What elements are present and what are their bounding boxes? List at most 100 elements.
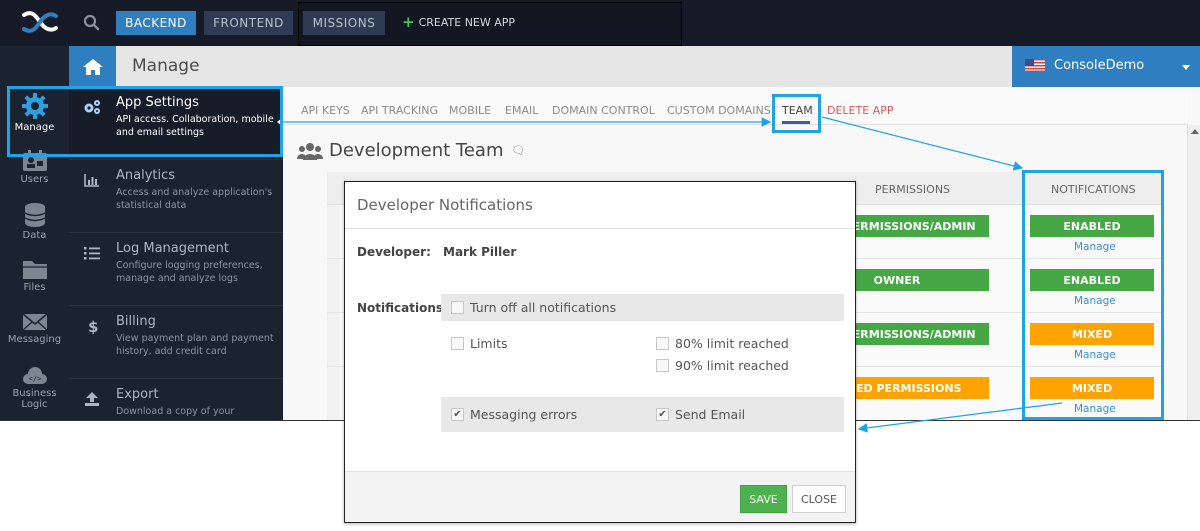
send-email-checkbox[interactable]: ✔ Send Email (656, 407, 745, 422)
limits-checkbox[interactable]: Limits (451, 336, 508, 351)
rail-item-messaging[interactable]: Messaging (0, 312, 69, 345)
scroll-up-icon[interactable] (1191, 129, 1199, 134)
notification-status-badge: MIXED (1030, 323, 1154, 345)
rail-label: Business (12, 388, 57, 399)
section-title: Development Team (329, 140, 504, 161)
submenu-item-app-settings[interactable]: App Settings API access. Collaboration, … (69, 87, 283, 160)
rail-label: Users (20, 174, 49, 185)
active-pointer-icon (277, 118, 282, 126)
manage-notifications-link[interactable]: Manage (1074, 241, 1116, 253)
rail-item-business-logic[interactable]: </> Business Logic (0, 366, 69, 410)
notification-status-badge: ENABLED (1030, 215, 1154, 237)
row-cell-placeholder (327, 259, 340, 312)
gear-icon (21, 93, 48, 119)
checkbox-box[interactable] (451, 337, 464, 350)
svg-text:$: $ (88, 318, 98, 334)
close-button[interactable]: CLOSE (792, 485, 846, 513)
rail-item-files[interactable]: Files (0, 258, 69, 293)
us-flag-icon (1025, 59, 1045, 72)
submenu-title: Log Management (116, 241, 229, 256)
rail-item-data[interactable]: Data (0, 202, 69, 241)
row-cell-placeholder (327, 205, 340, 258)
active-tab-indicator (782, 121, 810, 124)
permissions-header: PERMISSIONS (875, 183, 951, 196)
home-button[interactable] (69, 46, 116, 87)
chevron-down-icon (1182, 65, 1190, 70)
create-new-app-link[interactable]: + CREATE NEW APP (402, 15, 515, 30)
account-name: ConsoleDemo (1054, 58, 1145, 73)
submenu-desc: View payment plan and payment history, a… (116, 333, 274, 357)
dollar-icon: $ (88, 318, 98, 334)
cogs-icon (84, 100, 100, 114)
checkbox-label: Limits (470, 336, 508, 351)
tab-domain-control[interactable]: DOMAIN CONTROL (552, 104, 655, 117)
tab-team[interactable]: TEAM (782, 104, 813, 117)
checkbox-box[interactable] (451, 301, 464, 314)
submenu-title: Export (116, 387, 159, 402)
turn-off-all-checkbox[interactable]: Turn off all notifications (451, 300, 616, 315)
submenu-title: Analytics (116, 168, 176, 183)
top-navbar: BACKEND FRONTEND MISSIONS + CREATE NEW A… (0, 0, 1200, 46)
dialog-title: Developer Notifications (357, 196, 533, 214)
developer-label: Developer: (357, 245, 431, 259)
rail-item-users[interactable]: Users (0, 150, 69, 185)
app-logo-icon[interactable] (22, 10, 58, 34)
dialog-footer: SAVE CLOSE (345, 471, 855, 522)
account-dropdown[interactable]: ConsoleDemo (1012, 46, 1200, 87)
manage-notifications-link[interactable]: Manage (1074, 295, 1116, 307)
search-icon[interactable] (82, 13, 102, 33)
limit-90-checkbox[interactable]: 90% limit reached (656, 358, 789, 373)
developer-name: Mark Piller (443, 245, 517, 259)
notification-status-badge: ENABLED (1030, 269, 1154, 291)
create-new-app-label: CREATE NEW APP (418, 16, 516, 29)
submenu-item-billing[interactable]: $ Billing View payment plan and payment … (69, 306, 283, 379)
checkbox-box[interactable]: ✔ (451, 408, 464, 421)
rail-item-manage[interactable]: Manage (0, 92, 69, 133)
developer-notifications-dialog: Developer Notifications Developer: Mark … (344, 181, 856, 523)
nav-missions-button[interactable]: MISSIONS (303, 11, 385, 35)
comments-icon[interactable]: 🗨 (511, 144, 525, 157)
checkbox-box[interactable]: ✔ (656, 408, 669, 421)
submenu-item-analytics[interactable]: Analytics Access and analyze application… (69, 160, 283, 233)
notifications-label: Notifications: (357, 301, 448, 315)
row-cell-placeholder (327, 313, 340, 366)
home-icon (82, 58, 103, 75)
page-header: Manage (116, 46, 1012, 87)
nav-backend-button[interactable]: BACKEND (116, 11, 196, 35)
rail-label-line2: Logic (21, 399, 48, 410)
manage-notifications-link[interactable]: Manage (1074, 403, 1116, 415)
users-group-icon (297, 142, 323, 160)
submenu-desc: API access. Collaboration, mobile and em… (116, 114, 274, 138)
save-button[interactable]: SAVE (740, 485, 787, 513)
tab-delete-app[interactable]: DELETE APP (827, 104, 893, 117)
database-icon (24, 203, 45, 227)
tab-mobile[interactable]: MOBILE (449, 104, 491, 117)
upload-icon (85, 392, 99, 406)
checkbox-box[interactable] (656, 359, 669, 372)
messaging-errors-checkbox[interactable]: ✔ Messaging errors (451, 407, 577, 422)
nav-frontend-button[interactable]: FRONTEND (204, 11, 293, 35)
limit-80-checkbox[interactable]: 80% limit reached (656, 336, 789, 351)
submenu-title: App Settings (116, 95, 199, 110)
rail-label: Data (22, 230, 47, 241)
submenu-item-log-management[interactable]: Log Management Configure logging prefere… (69, 233, 283, 306)
dialog-divider (345, 228, 855, 229)
checkbox-label: 90% limit reached (675, 358, 789, 373)
cloud-code-icon: </> (22, 367, 47, 384)
notifications-header: NOTIFICATIONS (1051, 183, 1136, 196)
checkbox-box[interactable] (656, 337, 669, 350)
bar-chart-icon (84, 174, 99, 187)
manage-submenu: App Settings API access. Collaboration, … (69, 87, 283, 420)
envelope-icon (22, 313, 47, 331)
submenu-item-export[interactable]: Export Download a copy of your (69, 379, 283, 420)
tab-api-tracking[interactable]: API TRACKING (361, 104, 438, 117)
notification-status-badge: MIXED (1030, 377, 1154, 399)
tab-email[interactable]: EMAIL (505, 104, 538, 117)
vertical-scrollbar[interactable] (1187, 125, 1200, 420)
submenu-desc: Access and analyze application's statist… (116, 187, 273, 211)
list-icon (84, 247, 100, 260)
tab-custom-domains[interactable]: CUSTOM DOMAINS (667, 104, 771, 117)
manage-notifications-link[interactable]: Manage (1074, 349, 1116, 361)
submenu-desc: Configure logging preferences, manage an… (116, 260, 263, 284)
tab-api-keys[interactable]: API KEYS (301, 104, 350, 117)
